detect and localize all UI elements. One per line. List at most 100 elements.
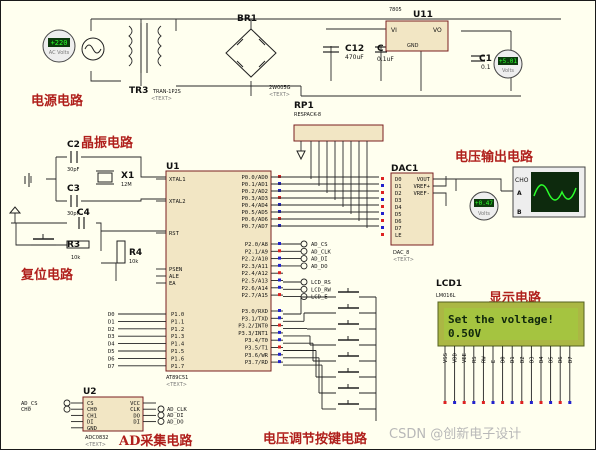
- u1-p1-pin-5: P1.5: [171, 349, 184, 355]
- dac-pin-d5: D5: [395, 212, 402, 218]
- u1-p1-pin-4: P1.4: [171, 342, 185, 348]
- dac-pin-0: VOUT: [417, 177, 431, 183]
- dac-pin-d3: D3: [395, 198, 402, 204]
- u2-pin-gnd: GND: [87, 426, 97, 432]
- lcd-pin-e: E: [491, 360, 497, 363]
- u1-pin-psen: PSEN: [169, 267, 182, 273]
- net-terminal-icon: [300, 240, 308, 248]
- lcd-display[interactable]: Set the voltage! 0.50V: [437, 301, 585, 347]
- capacitor-c3[interactable]: [70, 195, 78, 207]
- u2-pin-r0: VCC: [130, 401, 140, 407]
- pin-state-marker: [381, 191, 384, 194]
- u1-pin-0: P0.0/AD0: [242, 175, 269, 181]
- dac-pin-d2: D2: [395, 191, 402, 197]
- capacitor-c2[interactable]: [70, 151, 78, 163]
- pin-state-marker: [381, 184, 384, 187]
- svg-text:A: A: [517, 190, 522, 197]
- crystal-x1[interactable]: [96, 170, 114, 185]
- u11-label: U11: [413, 10, 433, 20]
- c2-value: 30pF: [67, 167, 80, 173]
- u2-model: ADC0832: [85, 435, 109, 441]
- u1-pin-18: P3.2/INT0: [238, 324, 268, 330]
- r4-label: R4: [129, 248, 142, 258]
- bridge-rectifier-br1[interactable]: [225, 28, 277, 78]
- scope-channel-label: CHO: [515, 177, 529, 184]
- pin-state-marker: [278, 182, 281, 185]
- u1-p1-pin-3: P1.3: [171, 334, 184, 340]
- lcd-pin-d0: D0: [501, 356, 507, 363]
- lcd-pin-vdd: VDD: [453, 353, 459, 363]
- u1-pin-ale: ALE: [169, 274, 179, 280]
- dac-pin-d4: D4: [395, 205, 402, 211]
- resistor-r4[interactable]: [116, 240, 126, 264]
- u1-pin-23: P3.7/RD: [245, 360, 268, 366]
- net-label-d5: D5: [108, 349, 115, 355]
- u1-pin-19: P3.3/INT1: [238, 331, 268, 337]
- pin-state-marker: [491, 401, 495, 404]
- u1-pin-2: P0.2/AD2: [242, 189, 269, 195]
- transformer-tr3[interactable]: [128, 23, 162, 73]
- lcd-pin-rs: RS: [472, 356, 478, 363]
- tr3-label: TR3: [129, 86, 148, 96]
- lcd-pin-d1: D1: [510, 356, 516, 363]
- pin-state-marker: [381, 177, 384, 180]
- u1-pin-5: P0.5/AD5: [242, 210, 269, 216]
- pin-state-marker: [558, 401, 562, 404]
- ac-source-icon: [81, 37, 105, 61]
- net-label-lcd-rs: LCD_RS: [311, 280, 331, 286]
- pin-state-marker: [520, 401, 524, 404]
- r4-value: 10k: [129, 259, 138, 265]
- pin-state-marker: [278, 217, 281, 220]
- ac-voltmeter-unit: AC Volts: [49, 50, 70, 56]
- br1-text: <TEXT>: [269, 92, 290, 98]
- net-terminal-icon: [157, 417, 165, 425]
- c2-label: C2: [67, 140, 80, 150]
- tr3-model: TRAN-1P2S: [152, 89, 181, 95]
- dc-voltmeter-output[interactable]: +5.01 Volts: [493, 49, 523, 79]
- u1-pin-14: P2.6/A14: [242, 286, 269, 292]
- reset-circuit-title: 复位电路: [20, 267, 74, 283]
- u1-pin-10: P2.2/A10: [242, 257, 269, 263]
- pin-state-marker: [443, 401, 447, 404]
- c1-label: C1: [479, 54, 492, 64]
- ac-voltmeter[interactable]: +220 AC Volts: [42, 29, 76, 63]
- u2-pin-r1: CLK: [130, 407, 141, 413]
- dc-voltmeter-1-reading: +5.01: [499, 58, 517, 65]
- u1-model: AT89C51: [166, 375, 188, 381]
- regulator-u11[interactable]: VI VO GND: [385, 20, 449, 52]
- schematic-svg: +220 AC Volts TR3 TRAN-1P2S <TEXT> BR1 2…: [8, 7, 586, 449]
- r3-value: 10k: [71, 255, 80, 261]
- u2-pin-ch1: CH1: [87, 413, 97, 419]
- reset-button[interactable]: [31, 234, 56, 246]
- u1-pin-7: P0.7/AD7: [242, 224, 269, 230]
- net-label-d2: D2: [108, 327, 115, 333]
- oscilloscope[interactable]: CHO A B: [512, 166, 586, 218]
- net-terminal-icon: [157, 411, 165, 419]
- pin-state-marker: [278, 323, 281, 327]
- net-terminal-icon: [63, 399, 71, 407]
- pin-state-marker: [381, 219, 384, 222]
- u1-pin-11: P2.3/A11: [242, 264, 269, 270]
- pin-state-marker: [539, 401, 543, 404]
- dac1-model: DAC_8: [393, 250, 409, 256]
- net-label-d7: D7: [108, 364, 115, 370]
- lcd-line-2: 0.50V: [448, 327, 481, 340]
- u1-p1-pin-6: P1.6: [171, 356, 184, 362]
- pin-state-marker: [278, 256, 281, 260]
- net-label-d1: D1: [108, 319, 115, 325]
- r3-label: R3: [67, 240, 80, 250]
- dac-pin-le: LE: [395, 233, 402, 239]
- u2-pin-r2: DO: [133, 413, 140, 419]
- u1-pin-12: P2.4/A12: [242, 271, 269, 277]
- lcd-pin-d7: D7: [568, 356, 574, 363]
- u2-net-r1: AD_DI: [167, 413, 184, 419]
- resistor-pack-rp1[interactable]: [293, 124, 384, 142]
- net-terminal-icon: [300, 262, 308, 270]
- net-terminal-icon: [300, 255, 308, 263]
- dc-voltmeter-dac[interactable]: +0.47 Volts: [469, 191, 499, 221]
- u2-label: U2: [83, 387, 97, 397]
- capacitor-c4[interactable]: [78, 217, 85, 229]
- u1-p1-pin-2: P1.2: [171, 327, 184, 333]
- rp1-model: RESPACK-8: [294, 112, 321, 118]
- pin-state-marker: [278, 330, 281, 334]
